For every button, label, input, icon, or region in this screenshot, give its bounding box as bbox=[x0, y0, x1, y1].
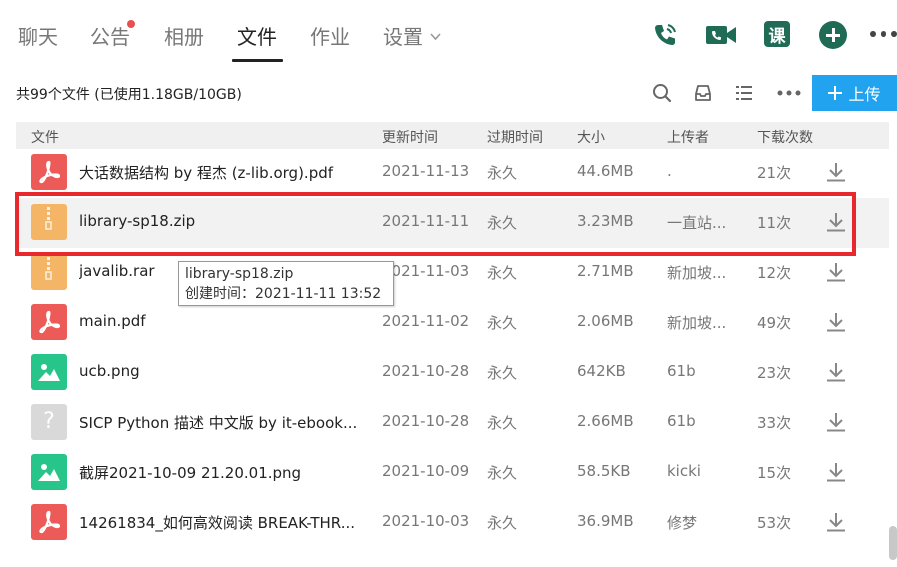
file-row[interactable]: main.pdf 2021-11-02 永久 2.06MB 新加坡... 49次 bbox=[16, 298, 889, 348]
row-filename[interactable]: SICP Python 描述 中文版 by it-ebook... bbox=[79, 412, 359, 433]
storage-summary: 共99个文件 (已使用1.18GB/10GB) bbox=[16, 87, 242, 103]
row-downloads: 21次 bbox=[757, 164, 792, 182]
row-expiry: 永久 bbox=[487, 364, 518, 382]
row-downloads: 49次 bbox=[757, 314, 792, 332]
row-expiry: 永久 bbox=[487, 464, 518, 482]
file-row[interactable]: ucb.png 2021-10-28 永久 642KB 61b 23次 bbox=[16, 348, 889, 398]
video-call-icon[interactable] bbox=[704, 18, 738, 52]
row-uploader: 新加坡... bbox=[667, 264, 727, 282]
row-size: 36.9MB bbox=[577, 512, 634, 530]
row-uploader: 61b bbox=[667, 362, 696, 380]
pdf-file-icon bbox=[31, 504, 67, 540]
pdf-file-icon bbox=[31, 304, 67, 340]
row-downloads: 12次 bbox=[757, 264, 792, 282]
active-tab-indicator bbox=[232, 59, 283, 62]
col-expiry[interactable]: 过期时间 bbox=[487, 127, 543, 147]
file-row[interactable]: 14261834_如何高效阅读 BREAK-THR... 2021-10-03 永久… bbox=[16, 498, 889, 548]
row-filename[interactable]: ucb.png bbox=[79, 362, 359, 380]
row-date: 2021-10-28 bbox=[382, 412, 470, 430]
tab-announcements[interactable]: 公告 bbox=[90, 22, 130, 52]
file-row[interactable]: 截屏2021-10-09 21.20.01.png 2021-10-09 永久 58.… bbox=[16, 448, 889, 498]
upload-label: 上传 bbox=[848, 85, 881, 104]
row-uploader: 61b bbox=[667, 412, 696, 430]
top-tab-bar: 聊天 公告 相册 文件 作业 设置 课 bbox=[0, 0, 897, 70]
row-downloads: 23次 bbox=[757, 364, 792, 382]
row-downloads: 53次 bbox=[757, 514, 792, 532]
row-uploader: . bbox=[667, 162, 672, 180]
file-tooltip: library-sp18.zip 创建时间：2021-11-11 13:52 bbox=[178, 261, 394, 306]
download-icon[interactable] bbox=[826, 362, 846, 382]
tooltip-filename: library-sp18.zip bbox=[185, 266, 294, 282]
row-downloads: 15次 bbox=[757, 464, 792, 482]
row-size: 642KB bbox=[577, 362, 626, 380]
row-downloads: 33次 bbox=[757, 414, 792, 432]
image-file-icon bbox=[31, 454, 67, 490]
download-icon[interactable] bbox=[826, 462, 846, 482]
file-row[interactable]: 大话数据结构 by 程杰 (z-lib.org).pdf 2021-11-13 永久… bbox=[16, 148, 889, 198]
row-date: 2021-11-13 bbox=[382, 162, 470, 180]
row-filename[interactable]: 14261834_如何高效阅读 BREAK-THR... bbox=[79, 512, 359, 533]
file-table-header: 文件 更新时间 过期时间 大小 上传者 下载次数 bbox=[16, 122, 889, 149]
tooltip-created: 创建时间：2021-11-11 13:52 bbox=[185, 286, 382, 302]
row-expiry: 永久 bbox=[487, 414, 518, 432]
tab-album[interactable]: 相册 bbox=[164, 22, 204, 52]
row-filename[interactable]: main.pdf bbox=[79, 312, 359, 330]
archive-file-icon bbox=[31, 254, 67, 290]
row-uploader: kicki bbox=[667, 462, 701, 480]
row-expiry: 永久 bbox=[487, 164, 518, 182]
row-filename[interactable]: 大话数据结构 by 程杰 (z-lib.org).pdf bbox=[79, 162, 359, 183]
pdf-file-icon bbox=[31, 154, 67, 190]
scrollbar[interactable] bbox=[889, 526, 897, 560]
chevron-down-icon[interactable] bbox=[430, 31, 441, 42]
plus-icon bbox=[828, 86, 843, 100]
course-icon[interactable]: 课 bbox=[764, 21, 790, 47]
file-row[interactable]: ? SICP Python 描述 中文版 by it-ebook... 2021-1… bbox=[16, 398, 889, 448]
image-file-icon bbox=[31, 354, 67, 390]
add-icon[interactable] bbox=[819, 21, 847, 49]
row-size: 2.71MB bbox=[577, 262, 634, 280]
download-icon[interactable] bbox=[826, 162, 846, 182]
upload-button[interactable]: 上传 bbox=[812, 75, 897, 111]
row-size: 58.5KB bbox=[577, 462, 631, 480]
row-date: 2021-11-03 bbox=[382, 262, 470, 280]
download-icon[interactable] bbox=[826, 312, 846, 332]
row-size: 2.06MB bbox=[577, 312, 634, 330]
col-file[interactable]: 文件 bbox=[31, 127, 59, 147]
row-date: 2021-11-02 bbox=[382, 312, 470, 330]
inbox-icon[interactable] bbox=[692, 82, 714, 104]
row-filename[interactable]: 截屏2021-10-09 21.20.01.png bbox=[79, 462, 359, 483]
row-expiry: 永久 bbox=[487, 314, 518, 332]
tab-files[interactable]: 文件 bbox=[237, 22, 277, 52]
list-view-icon[interactable] bbox=[733, 82, 755, 104]
row-date: 2021-10-28 bbox=[382, 362, 470, 380]
row-size: 2.66MB bbox=[577, 412, 634, 430]
row-expiry: 永久 bbox=[487, 514, 518, 532]
row-size: 44.6MB bbox=[577, 162, 634, 180]
unknown-file-icon: ? bbox=[31, 404, 67, 440]
row-uploader: 修梦 bbox=[667, 514, 698, 532]
tab-settings[interactable]: 设置 bbox=[383, 22, 423, 52]
announcement-badge bbox=[127, 20, 135, 28]
col-uploader[interactable]: 上传者 bbox=[667, 127, 709, 147]
col-size[interactable]: 大小 bbox=[577, 127, 605, 147]
tab-chat[interactable]: 聊天 bbox=[18, 22, 58, 52]
phone-icon[interactable] bbox=[648, 18, 682, 52]
search-icon[interactable] bbox=[651, 82, 673, 104]
col-downloads[interactable]: 下载次数 bbox=[757, 127, 813, 147]
more-options-icon[interactable] bbox=[870, 31, 897, 39]
download-icon[interactable] bbox=[826, 412, 846, 432]
row-date: 2021-10-09 bbox=[382, 462, 470, 480]
download-icon[interactable] bbox=[826, 512, 846, 532]
row-uploader: 新加坡... bbox=[667, 314, 727, 332]
selection-highlight bbox=[15, 192, 856, 256]
row-date: 2021-10-03 bbox=[382, 512, 470, 530]
col-updated[interactable]: 更新时间 bbox=[382, 127, 438, 147]
tab-homework[interactable]: 作业 bbox=[310, 22, 350, 52]
download-icon[interactable] bbox=[826, 262, 846, 282]
more-tools-icon[interactable] bbox=[776, 82, 802, 104]
row-expiry: 永久 bbox=[487, 264, 518, 282]
